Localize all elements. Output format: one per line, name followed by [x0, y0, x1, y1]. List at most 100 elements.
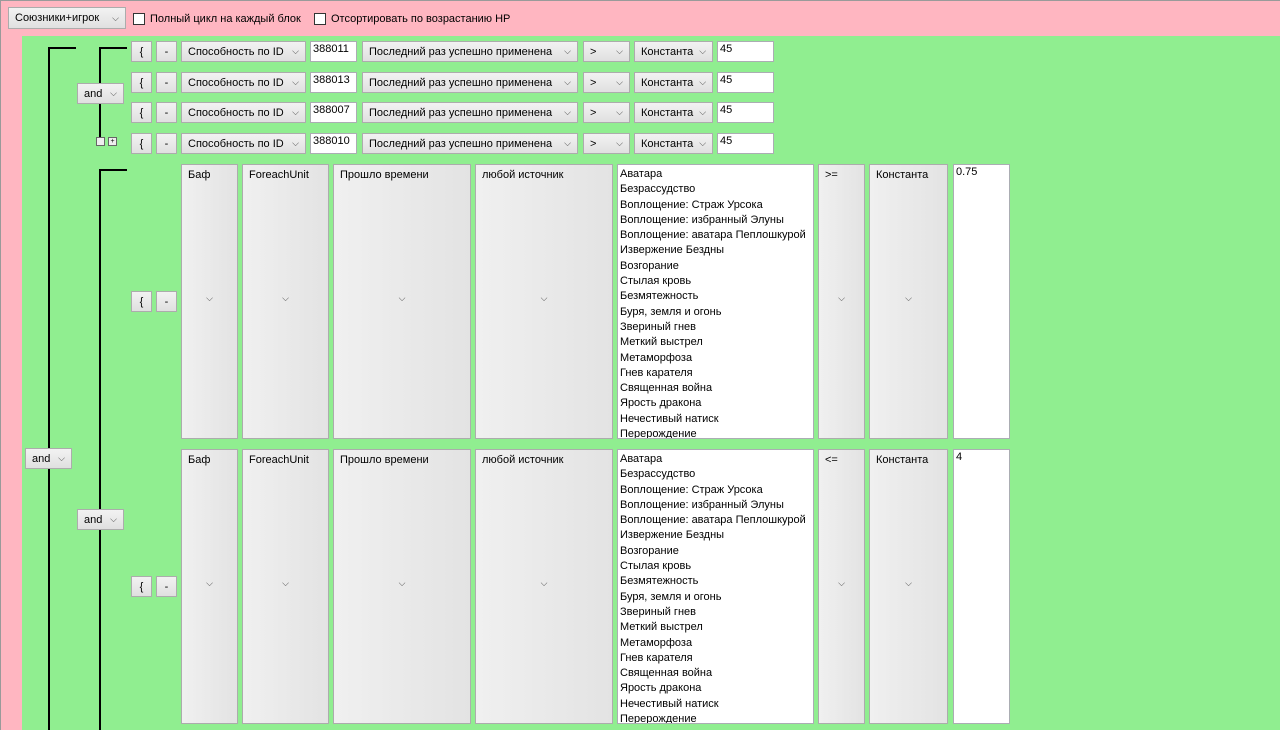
- list-item[interactable]: Воплощение: аватара Пеплошкурой: [620, 228, 811, 243]
- condition-type-dropdown[interactable]: Способность по ID ⌵: [181, 41, 306, 62]
- spell-id-input[interactable]: 388011: [310, 41, 357, 62]
- value-type-dropdown[interactable]: Константа ⌵: [869, 449, 948, 724]
- list-item[interactable]: Аватара: [620, 452, 811, 467]
- value-type-dropdown[interactable]: Константа ⌵: [634, 72, 713, 93]
- chevron-down-icon: ⌵: [616, 46, 623, 56]
- list-item[interactable]: Аватара: [620, 167, 811, 182]
- list-item[interactable]: Перерождение: [620, 712, 811, 723]
- chevron-down-icon: ⌵: [564, 77, 571, 87]
- condition-type-dropdown[interactable]: Способность по ID ⌵: [181, 102, 306, 123]
- chevron-down-icon: ⌵: [699, 138, 707, 148]
- remove-button[interactable]: -: [156, 102, 177, 123]
- kind-dropdown[interactable]: Баф ⌵: [181, 449, 238, 724]
- target-mode-dropdown[interactable]: Союзники+игрок ⌵: [8, 7, 126, 29]
- list-item[interactable]: Нечестивый натиск: [620, 697, 811, 712]
- list-item[interactable]: Звериный гнев: [620, 320, 811, 335]
- list-item[interactable]: Буря, земля и огонь: [620, 305, 811, 320]
- check-dropdown[interactable]: Последний раз успешно применена ⌵: [362, 72, 578, 93]
- spell-id-input[interactable]: 388013: [310, 72, 357, 93]
- iterator-dropdown[interactable]: ForeachUnit ⌵: [242, 449, 329, 724]
- list-item[interactable]: Гнев карателя: [620, 651, 811, 666]
- list-item[interactable]: Безрассудство: [620, 467, 811, 482]
- list-item[interactable]: Гнев карателя: [620, 366, 811, 381]
- check-value: Последний раз успешно применена: [369, 76, 553, 89]
- list-item[interactable]: Ярость дракона: [620, 396, 811, 411]
- value-input[interactable]: 45: [717, 72, 774, 93]
- condition-type-value: Способность по ID: [188, 106, 284, 119]
- operator-dropdown[interactable]: > ⌵: [583, 133, 630, 154]
- metric-value: Прошло времени: [340, 169, 429, 181]
- list-item[interactable]: Воплощение: избранный Элуны: [620, 213, 811, 228]
- operator-dropdown[interactable]: > ⌵: [583, 102, 630, 123]
- spell-id-input[interactable]: 388010: [310, 133, 357, 154]
- list-item[interactable]: Буря, земля и огонь: [620, 590, 811, 605]
- brace-button[interactable]: {: [131, 291, 152, 312]
- brace-button[interactable]: {: [131, 102, 152, 123]
- brace-button[interactable]: {: [131, 72, 152, 93]
- value-type-dropdown[interactable]: Константа ⌵: [634, 41, 713, 62]
- value-input[interactable]: 4: [953, 449, 1010, 724]
- value-input[interactable]: 0.75: [953, 164, 1010, 439]
- value-type-dropdown[interactable]: Константа ⌵: [634, 102, 713, 123]
- list-item[interactable]: Звериный гнев: [620, 605, 811, 620]
- iterator-dropdown[interactable]: ForeachUnit ⌵: [242, 164, 329, 439]
- source-dropdown[interactable]: любой источник ⌵: [475, 164, 613, 439]
- list-item[interactable]: Извержение Бездны: [620, 528, 811, 543]
- brace-button[interactable]: {: [131, 41, 152, 62]
- value-type-dropdown[interactable]: Константа ⌵: [634, 133, 713, 154]
- list-item[interactable]: Метаморфоза: [620, 636, 811, 651]
- condition-type-dropdown[interactable]: Способность по ID ⌵: [181, 133, 306, 154]
- brace-button[interactable]: {: [131, 576, 152, 597]
- list-item[interactable]: Извержение Бездны: [620, 243, 811, 258]
- buff-list[interactable]: Аватара Безрассудство Воплощение: Страж …: [617, 449, 814, 724]
- remove-button[interactable]: -: [156, 72, 177, 93]
- chevron-down-icon: ⌵: [616, 138, 623, 148]
- list-item[interactable]: Стылая кровь: [620, 274, 811, 289]
- list-item[interactable]: Воплощение: аватара Пеплошкурой: [620, 513, 811, 528]
- operator-dropdown[interactable]: >= ⌵: [818, 164, 865, 439]
- value-input[interactable]: 45: [717, 133, 774, 154]
- value-type-dropdown[interactable]: Константа ⌵: [869, 164, 948, 439]
- list-item[interactable]: Священная война: [620, 381, 811, 396]
- source-dropdown[interactable]: любой источник ⌵: [475, 449, 613, 724]
- list-item[interactable]: Меткий выстрел: [620, 335, 811, 350]
- list-item[interactable]: Безмятежность: [620, 289, 811, 304]
- metric-dropdown[interactable]: Прошло времени ⌵: [333, 164, 471, 439]
- buff-list[interactable]: Аватара Безрассудство Воплощение: Страж …: [617, 164, 814, 439]
- list-item[interactable]: Воплощение: Страж Урсока: [620, 483, 811, 498]
- spell-id-input[interactable]: 388007: [310, 102, 357, 123]
- remove-button[interactable]: -: [156, 133, 177, 154]
- value-input[interactable]: 45: [717, 41, 774, 62]
- remove-button[interactable]: -: [156, 576, 177, 597]
- list-item[interactable]: Безмятежность: [620, 574, 811, 589]
- list-item[interactable]: Метаморфоза: [620, 351, 811, 366]
- check-dropdown[interactable]: Последний раз успешно применена ⌵: [362, 41, 578, 62]
- full-cycle-checkbox[interactable]: Полный цикл на каждый блок: [133, 11, 301, 27]
- list-item[interactable]: Священная война: [620, 666, 811, 681]
- list-item[interactable]: Стылая кровь: [620, 559, 811, 574]
- operator-dropdown[interactable]: > ⌵: [583, 41, 630, 62]
- list-item[interactable]: Перерождение: [620, 427, 811, 438]
- remove-button[interactable]: -: [156, 41, 177, 62]
- list-item[interactable]: Воплощение: избранный Элуны: [620, 498, 811, 513]
- check-dropdown[interactable]: Последний раз успешно применена ⌵: [362, 102, 578, 123]
- metric-dropdown[interactable]: Прошло времени ⌵: [333, 449, 471, 724]
- list-item[interactable]: Ярость дракона: [620, 681, 811, 696]
- operator-dropdown[interactable]: <= ⌵: [818, 449, 865, 724]
- list-item[interactable]: Воплощение: Страж Урсока: [620, 198, 811, 213]
- list-item[interactable]: Безрассудство: [620, 182, 811, 197]
- list-item[interactable]: Возгорание: [620, 259, 811, 274]
- chevron-down-icon: ⌵: [292, 138, 299, 148]
- check-dropdown[interactable]: Последний раз успешно применена ⌵: [362, 133, 578, 154]
- remove-button[interactable]: -: [156, 291, 177, 312]
- chevron-down-icon: ⌵: [292, 77, 299, 87]
- condition-type-dropdown[interactable]: Способность по ID ⌵: [181, 72, 306, 93]
- list-item[interactable]: Нечестивый натиск: [620, 412, 811, 427]
- brace-button[interactable]: {: [131, 133, 152, 154]
- value-input[interactable]: 45: [717, 102, 774, 123]
- operator-dropdown[interactable]: > ⌵: [583, 72, 630, 93]
- list-item[interactable]: Возгорание: [620, 544, 811, 559]
- kind-dropdown[interactable]: Баф ⌵: [181, 164, 238, 439]
- sort-hp-checkbox[interactable]: Отсортировать по возрастанию HP: [314, 11, 510, 27]
- list-item[interactable]: Меткий выстрел: [620, 620, 811, 635]
